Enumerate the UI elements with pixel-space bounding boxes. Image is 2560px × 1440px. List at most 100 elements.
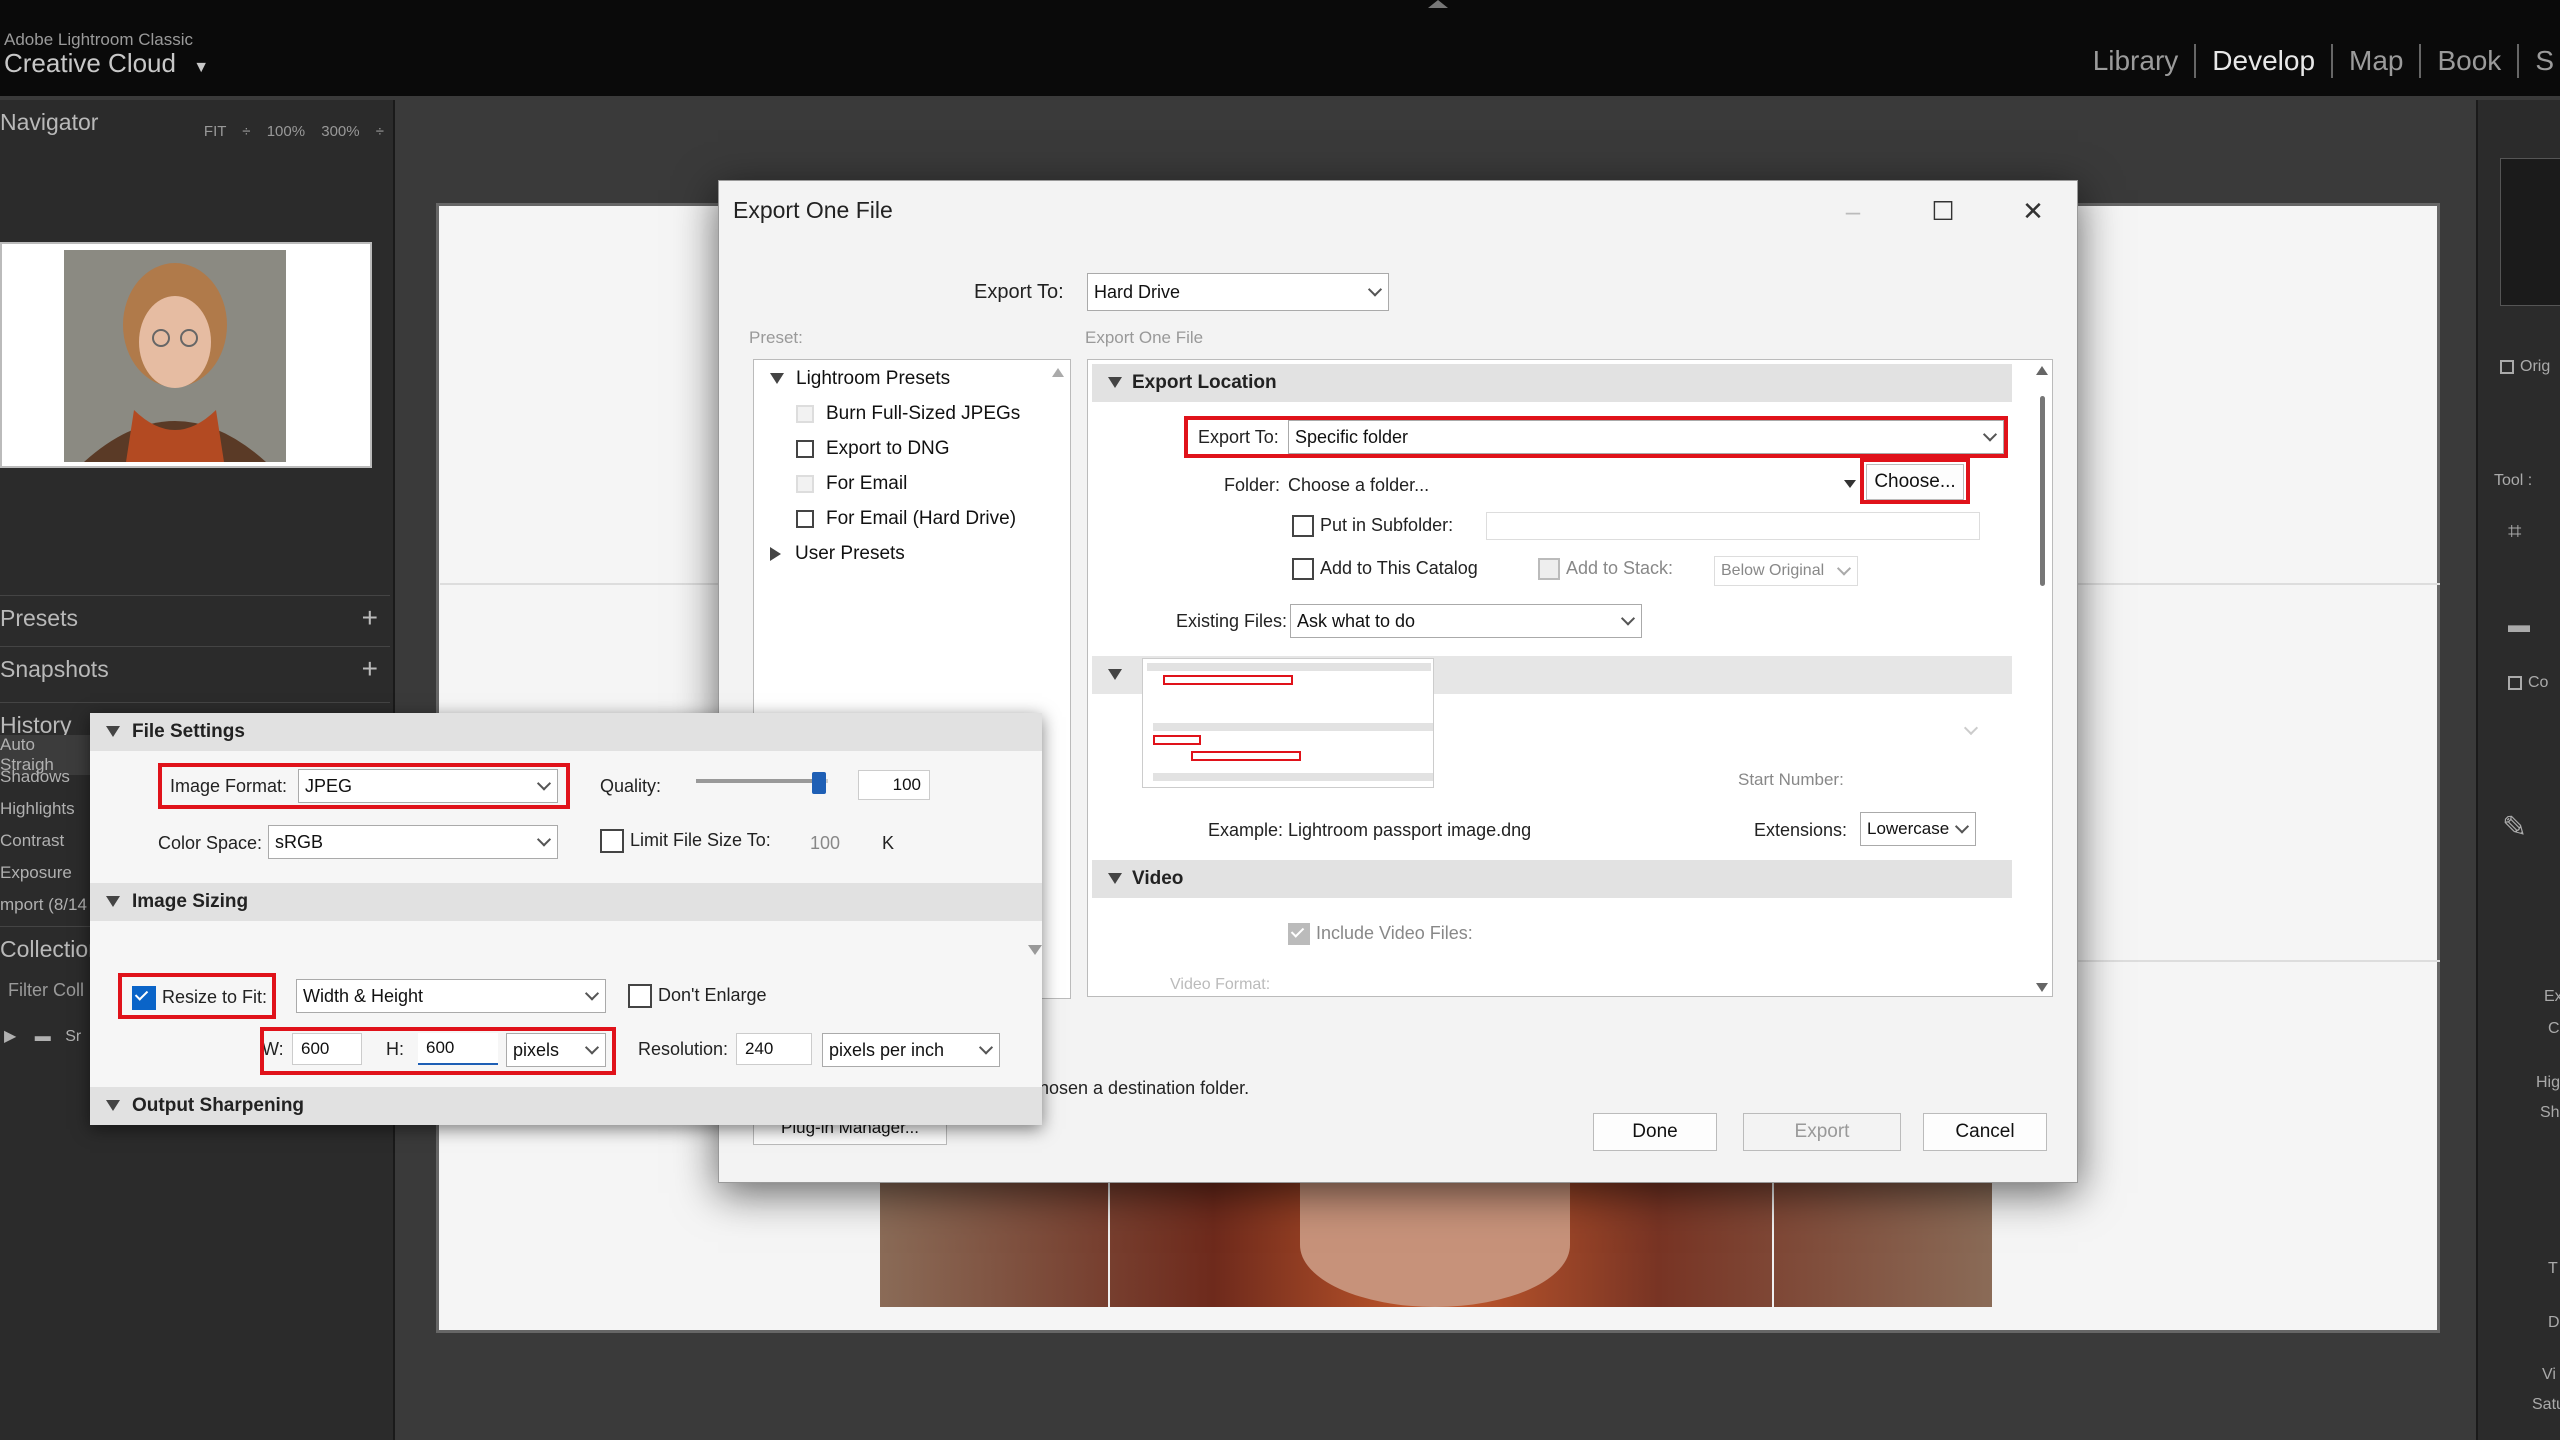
- color-space-select[interactable]: sRGB: [268, 825, 558, 859]
- smart-collection-item[interactable]: ▶ ▬ Sr: [4, 1026, 81, 1046]
- history-item[interactable]: Shadows: [0, 767, 70, 787]
- dialog-title: Export One File: [733, 197, 893, 223]
- resize-mode-select[interactable]: Width & Height: [296, 979, 606, 1013]
- original-label: Orig: [2520, 358, 2551, 375]
- include-video-checkbox[interactable]: Include Video Files:: [1288, 923, 1473, 946]
- output-sharpening-title: Output Sharpening: [132, 1095, 305, 1116]
- quality-input[interactable]: 100: [858, 770, 930, 800]
- quality-slider-track[interactable]: [696, 779, 828, 783]
- output-sharpening-header[interactable]: Output Sharpening: [90, 1087, 1042, 1125]
- export-to-select[interactable]: Hard Drive: [1087, 273, 1389, 311]
- quality-slider-knob[interactable]: [812, 772, 826, 794]
- original-checkbox[interactable]: Orig: [2500, 358, 2550, 376]
- module-library[interactable]: Library: [2077, 44, 2197, 78]
- history-item[interactable]: Contrast: [0, 831, 64, 851]
- subfolder-input[interactable]: [1486, 512, 1980, 540]
- limit-size-input[interactable]: 100: [810, 833, 840, 854]
- catalog-label: Add to This Catalog: [1320, 558, 1478, 578]
- video-header[interactable]: Video: [1092, 860, 2012, 898]
- preset-group-user[interactable]: User Presets: [770, 543, 905, 565]
- navigator-header[interactable]: Navigator FIT ÷ 100% 300% ÷: [0, 100, 390, 144]
- preset-for-email[interactable]: For Email: [796, 473, 907, 495]
- limit-file-size-checkbox[interactable]: Limit File Size To:: [600, 829, 771, 853]
- add-snapshot-icon[interactable]: +: [362, 647, 378, 691]
- add-to-catalog-checkbox[interactable]: Add to This Catalog: [1292, 558, 1478, 581]
- preset-export-dng[interactable]: Export to DNG: [796, 438, 950, 460]
- preset-for-email-hd[interactable]: For Email (Hard Drive): [796, 508, 1016, 530]
- scroll-down-icon[interactable]: [2036, 983, 2048, 992]
- extensions-select[interactable]: Lowercase: [1860, 812, 1976, 846]
- close-icon[interactable]: ✕: [2009, 189, 2057, 233]
- presets-header[interactable]: Presets +: [0, 595, 390, 639]
- preset-label: Burn Full-Sized JPEGs: [826, 403, 1021, 424]
- identity-plate[interactable]: Creative Cloud ▼: [4, 48, 209, 79]
- tool-label: Tool :: [2494, 472, 2533, 489]
- folder-dropdown-icon[interactable]: [1844, 480, 1856, 488]
- contrast-label: C: [2548, 1020, 2560, 1037]
- chevron-down-icon[interactable]: [1963, 720, 1979, 736]
- module-book[interactable]: Book: [2421, 44, 2520, 78]
- preset-burn-full-sized[interactable]: Burn Full-Sized JPEGs: [796, 403, 1020, 425]
- quality-label: Quality:: [600, 776, 662, 796]
- done-button[interactable]: Done: [1593, 1113, 1717, 1151]
- extensions-label: Extensions:: [1754, 820, 1848, 840]
- top-panel-toggle[interactable]: [1428, 0, 1448, 8]
- maximize-icon[interactable]: ☐: [1919, 189, 1967, 233]
- brand-name: Adobe Lightroom Classic: [4, 30, 193, 49]
- existing-files-select[interactable]: Ask what to do: [1290, 604, 1642, 638]
- file-settings-title: File Settings: [132, 721, 245, 742]
- image-sizing-header[interactable]: Image Sizing: [90, 883, 1042, 921]
- module-map[interactable]: Map: [2333, 44, 2422, 78]
- snapshots-title: Snapshots: [0, 656, 109, 682]
- chevron-down-icon: [1954, 819, 1970, 834]
- status-message: hosen a destination folder.: [1039, 1078, 1250, 1098]
- texture-label: T: [2548, 1260, 2558, 1277]
- history-item[interactable]: Exposure: [0, 863, 72, 883]
- cancel-button[interactable]: Cancel: [1923, 1113, 2047, 1151]
- filter-collections-input[interactable]: Filter Coll: [8, 980, 84, 1001]
- co-checkbox[interactable]: Co: [2508, 674, 2548, 692]
- navigator-zoom-options[interactable]: FIT ÷ 100% 300% ÷: [204, 110, 384, 154]
- module-slideshow[interactable]: S: [2519, 44, 2560, 78]
- minimize-icon[interactable]: –: [1829, 189, 1877, 233]
- resolution-unit-select[interactable]: pixels per inch: [822, 1033, 1000, 1067]
- stack-checkbox: [1538, 558, 1560, 581]
- scroll-up-icon[interactable]: [2036, 366, 2048, 375]
- export-button[interactable]: Export: [1743, 1113, 1901, 1151]
- stack-position-select[interactable]: Below Original: [1714, 556, 1858, 586]
- export-settings-panel: Export Location Export To: Specific fold…: [1087, 359, 2053, 997]
- eyedropper-icon[interactable]: ✎: [2502, 810, 2527, 845]
- limit-size-unit: K: [882, 833, 895, 853]
- collapse-arrow-icon: [106, 726, 120, 738]
- preset-group-lightroom[interactable]: Lightroom Presets: [770, 368, 950, 390]
- snapshots-header[interactable]: Snapshots +: [0, 646, 390, 690]
- add-to-stack-checkbox[interactable]: Add to Stack:: [1538, 558, 1674, 581]
- file-settings-header[interactable]: File Settings: [90, 713, 1042, 751]
- history-item[interactable]: Highlights: [0, 799, 75, 819]
- collections-title: Collection: [0, 936, 101, 962]
- resolution-input[interactable]: 240: [736, 1033, 812, 1065]
- module-develop[interactable]: Develop: [2196, 44, 2334, 78]
- settings-scrollbar[interactable]: [2036, 366, 2048, 992]
- color-space-value: sRGB: [275, 832, 324, 852]
- stack-label: Add to Stack:: [1566, 558, 1674, 578]
- scroll-down-icon[interactable]: [1028, 945, 1042, 955]
- saturation-label: Satu: [2532, 1396, 2560, 1413]
- dont-enlarge-checkbox[interactable]: Don't Enlarge: [628, 984, 767, 1008]
- history-item[interactable]: mport (8/14: [0, 895, 87, 915]
- folder-select[interactable]: Choose a folder...: [1288, 475, 1429, 496]
- export-location-header[interactable]: Export Location: [1092, 364, 2012, 402]
- preset-group-label: Lightroom Presets: [796, 368, 951, 389]
- add-preset-icon[interactable]: +: [362, 596, 378, 640]
- catalog-checkbox: [1292, 558, 1314, 581]
- dehaze-label: D: [2548, 1314, 2560, 1331]
- chevron-down-icon: [1620, 611, 1636, 626]
- scroll-thumb[interactable]: [2040, 396, 2045, 586]
- put-in-subfolder-checkbox[interactable]: Put in Subfolder:: [1292, 515, 1453, 538]
- scroll-up-icon[interactable]: [1052, 368, 1064, 377]
- existing-files-value: Ask what to do: [1297, 611, 1416, 631]
- chevron-down-icon: [978, 1040, 994, 1055]
- crop-tool-icon[interactable]: ⌗: [2508, 518, 2522, 546]
- healing-tool-icon[interactable]: ▬: [2508, 612, 2530, 638]
- navigator-preview[interactable]: [0, 242, 372, 468]
